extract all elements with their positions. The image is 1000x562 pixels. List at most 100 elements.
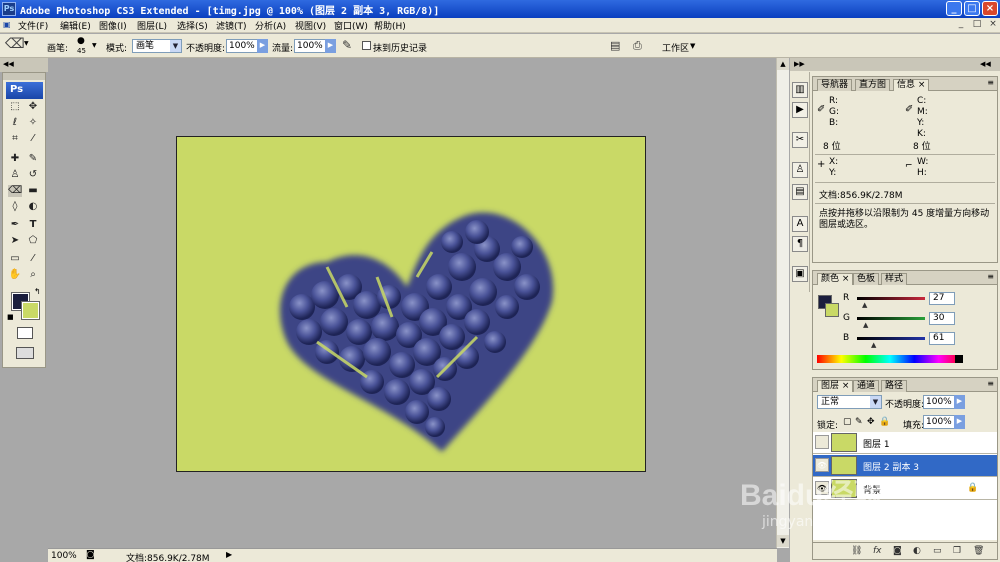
minimize-button[interactable]: _ bbox=[946, 1, 962, 16]
spectrum-black[interactable] bbox=[955, 355, 963, 363]
blur-tool-icon[interactable]: ◊ bbox=[8, 201, 22, 213]
doc-minimize-button[interactable]: _ bbox=[954, 18, 968, 31]
menu-view[interactable]: 视图(V) bbox=[295, 19, 326, 32]
tab-info[interactable]: 信息 × bbox=[893, 79, 930, 91]
scroll-down-icon[interactable]: ▼ bbox=[777, 535, 789, 547]
slider-handle-icon[interactable]: ▲ bbox=[862, 301, 867, 309]
layer-comps-icon[interactable]: ▤ bbox=[792, 184, 808, 200]
crop-tool-icon[interactable]: ⌗ bbox=[8, 133, 22, 145]
tab-histogram[interactable]: 直方图 bbox=[855, 79, 891, 91]
mode-select[interactable]: 画笔 ▼ bbox=[132, 39, 182, 53]
new-layer-icon[interactable]: ❐ bbox=[953, 546, 961, 556]
panel-menu-icon[interactable]: ≡ bbox=[987, 379, 994, 388]
close-icon[interactable]: × bbox=[842, 381, 850, 391]
tool-presets-icon[interactable]: ✂ bbox=[792, 132, 808, 148]
swap-colors-icon[interactable]: ↰ bbox=[34, 287, 41, 296]
layer-opacity-input[interactable]: 100% ▶ bbox=[923, 395, 965, 409]
default-colors-icon[interactable]: ■ bbox=[7, 313, 14, 321]
shape-tool-icon[interactable]: ⬠ bbox=[26, 235, 40, 247]
opacity-input[interactable]: 100% ▶ bbox=[226, 39, 268, 53]
document-icon[interactable]: ▣ bbox=[3, 20, 11, 29]
menu-edit[interactable]: 编辑(E) bbox=[60, 19, 91, 32]
menu-help[interactable]: 帮助(H) bbox=[374, 19, 406, 32]
link-layers-icon[interactable]: ⛓ bbox=[851, 546, 862, 556]
menu-file[interactable]: 文件(F) bbox=[18, 19, 48, 32]
palette-well-icon[interactable]: ▤ bbox=[610, 39, 620, 52]
close-icon[interactable]: × bbox=[842, 274, 850, 284]
background-color-swatch[interactable] bbox=[21, 301, 40, 320]
collapse-arrows-icon[interactable]: ◀◀ bbox=[3, 60, 14, 68]
brush-picker-dropdown-icon[interactable]: ▼ bbox=[92, 42, 97, 49]
tool-preset-dropdown-icon[interactable]: ▼ bbox=[24, 40, 29, 47]
status-arrow-icon[interactable]: ▶ bbox=[226, 550, 232, 559]
eraser-tool-icon[interactable]: ⌫ bbox=[8, 185, 22, 197]
actions-panel-icon[interactable]: ▶ bbox=[792, 102, 808, 118]
background-color-swatch[interactable] bbox=[825, 303, 839, 317]
lock-transparent-icon[interactable]: ▢ bbox=[843, 417, 852, 427]
color-spectrum-bar[interactable] bbox=[817, 355, 963, 363]
type-tool-icon[interactable]: T bbox=[26, 219, 40, 231]
brushes-panel-icon[interactable]: ▥ bbox=[792, 82, 808, 98]
lock-image-icon[interactable]: ✎ bbox=[855, 417, 863, 427]
maximize-button[interactable]: □ bbox=[964, 1, 980, 16]
doc-close-button[interactable]: × bbox=[986, 18, 1000, 31]
notes-panel-icon[interactable]: ▣ bbox=[792, 266, 808, 282]
channel-slider[interactable] bbox=[857, 297, 925, 300]
zoom-level[interactable]: 100% bbox=[51, 551, 77, 561]
visibility-toggle[interactable] bbox=[815, 435, 829, 449]
magic-wand-tool-icon[interactable]: ✧ bbox=[26, 117, 40, 129]
character-panel-icon[interactable]: A bbox=[792, 216, 808, 232]
opacity-slider-arrow-icon[interactable]: ▶ bbox=[257, 39, 268, 53]
path-selection-tool-icon[interactable]: ➤ bbox=[8, 235, 22, 247]
layer-name[interactable]: 图层 1 bbox=[863, 437, 890, 450]
slider-handle-icon[interactable]: ▲ bbox=[863, 321, 868, 329]
dock-expand-icon[interactable]: ◀◀ bbox=[980, 60, 991, 68]
panel-menu-icon[interactable]: ≡ bbox=[987, 272, 994, 281]
panel-menu-icon[interactable]: ≡ bbox=[987, 78, 994, 87]
gradient-tool-icon[interactable]: ▬ bbox=[26, 185, 40, 197]
eyedropper-tool-icon[interactable]: ⁄ bbox=[26, 253, 40, 265]
photoshop-logo[interactable]: Ps bbox=[6, 82, 43, 99]
channel-slider[interactable] bbox=[857, 317, 925, 320]
flow-input[interactable]: 100% ▶ bbox=[294, 39, 336, 53]
fill-slider-arrow-icon[interactable]: ▶ bbox=[954, 415, 965, 429]
layer-style-icon[interactable]: fx bbox=[873, 546, 882, 556]
airbrush-icon[interactable]: ✎ bbox=[342, 38, 352, 52]
workspace-button[interactable]: 工作区 bbox=[662, 41, 689, 54]
tab-navigator[interactable]: 导航器 bbox=[817, 79, 853, 91]
tab-layers[interactable]: 图层 × bbox=[817, 380, 854, 392]
menu-window[interactable]: 窗口(W) bbox=[334, 19, 368, 32]
channel-value-input[interactable]: 30 bbox=[929, 312, 955, 325]
history-brush-tool-icon[interactable]: ↺ bbox=[26, 169, 40, 181]
hand-tool-icon[interactable]: ✋ bbox=[8, 269, 22, 281]
slider-handle-icon[interactable]: ▲ bbox=[871, 341, 876, 349]
zoom-tool-icon[interactable]: ⌕ bbox=[26, 269, 40, 281]
brush-tip-icon[interactable]: ● bbox=[77, 36, 85, 46]
layer-row[interactable]: 图层 1 bbox=[813, 432, 997, 454]
quick-mask-icon[interactable] bbox=[17, 327, 33, 339]
workspace-dropdown-icon[interactable]: ▼ bbox=[690, 42, 695, 50]
flow-slider-arrow-icon[interactable]: ▶ bbox=[325, 39, 336, 53]
tab-channels[interactable]: 通道 bbox=[853, 380, 880, 392]
slice-tool-icon[interactable]: ⁄ bbox=[26, 133, 40, 145]
history-checkbox[interactable] bbox=[362, 41, 371, 50]
clone-stamp-tool-icon[interactable]: ♙ bbox=[8, 169, 22, 181]
channel-slider[interactable] bbox=[857, 337, 925, 340]
lock-position-icon[interactable]: ✥ bbox=[867, 417, 875, 427]
healing-brush-tool-icon[interactable]: ✚ bbox=[8, 153, 22, 165]
menu-analysis[interactable]: 分析(A) bbox=[255, 19, 286, 32]
document-canvas[interactable] bbox=[176, 136, 646, 472]
pen-tool-icon[interactable]: ✒ bbox=[8, 219, 22, 231]
doc-restore-button[interactable]: □ bbox=[970, 18, 984, 31]
marquee-tool-icon[interactable]: ⬚ bbox=[8, 101, 22, 113]
new-group-icon[interactable]: ▭ bbox=[933, 546, 942, 556]
dock-collapse-icon[interactable]: ▶▶ bbox=[794, 60, 805, 68]
tab-styles[interactable]: 样式 bbox=[881, 273, 908, 285]
lasso-tool-icon[interactable]: ℓ bbox=[8, 117, 22, 129]
trash-icon[interactable]: 🗑 bbox=[973, 546, 984, 556]
blend-mode-select[interactable]: 正常 ▼ bbox=[817, 395, 882, 409]
channel-value-input[interactable]: 27 bbox=[929, 292, 955, 305]
clone-source-icon[interactable]: ♙ bbox=[792, 162, 808, 178]
status-menu-icon[interactable]: ◙ bbox=[86, 550, 95, 560]
fill-input[interactable]: 100% ▶ bbox=[923, 415, 965, 429]
